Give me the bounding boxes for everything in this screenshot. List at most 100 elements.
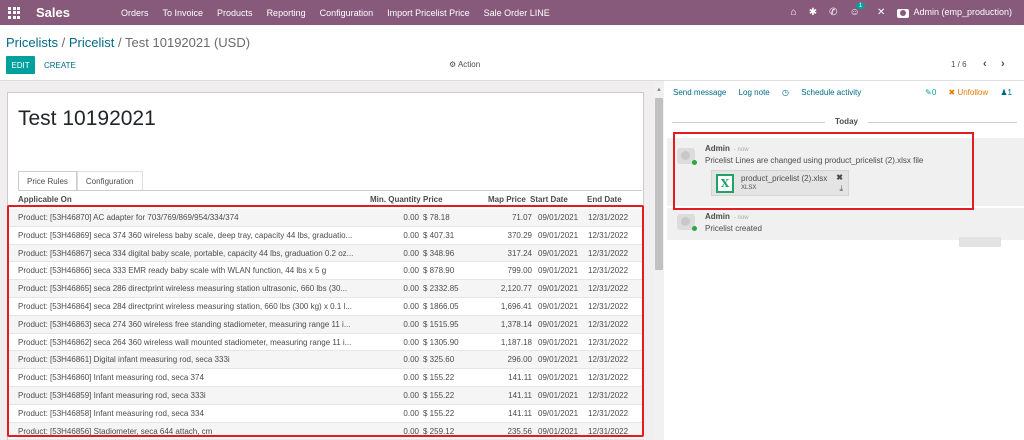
cell-map-price: 235.56 (507, 426, 532, 436)
message-time: - now (733, 147, 749, 153)
pager-next-button[interactable]: › (1001, 58, 1005, 70)
online-status-dot (692, 160, 697, 165)
user-name: Admin (emp_production) (913, 7, 1012, 18)
header-start-date[interactable]: Start Date (530, 195, 568, 204)
user-menu[interactable]: Admin (emp_production) (897, 7, 1012, 18)
scrollbar-thumb[interactable] (655, 98, 663, 270)
menu-import-pricelist-price[interactable]: Import Pricelist Price (380, 8, 477, 18)
menu-products[interactable]: Products (210, 8, 260, 18)
cell-price: $ 407.31 (423, 230, 455, 240)
schedule-activity-label: Schedule activity (801, 88, 862, 97)
table-row[interactable]: Product: [53H46858] Infant measuring rod… (8, 405, 644, 423)
cell-product: Product: [53H46870] AC adapter for 703/7… (18, 213, 239, 222)
online-status-dot (692, 226, 697, 231)
cell-start-date: 09/01/2021 (538, 390, 579, 400)
apps-menu-button[interactable] (0, 0, 28, 25)
home-icon[interactable]: ⌂ (791, 7, 797, 18)
header-price[interactable]: Price (423, 195, 443, 204)
tab-configuration[interactable]: Configuration (76, 171, 143, 190)
table-row[interactable]: Product: [53H46862] seca 264 360 wireles… (8, 334, 644, 352)
menu-to-invoice[interactable]: To Invoice (156, 8, 211, 18)
remove-attachment-icon[interactable]: ✖ (836, 173, 843, 182)
header-end-date[interactable]: End Date (587, 195, 622, 204)
apps-grid-icon (8, 6, 20, 19)
cell-start-date: 09/01/2021 (538, 213, 579, 222)
cell-map-price: 799.00 (507, 266, 532, 276)
download-icon[interactable]: ⤓ (839, 184, 843, 194)
table-row[interactable]: Product: [53H46860] Infant measuring rod… (8, 369, 644, 387)
table-row[interactable]: Product: [53H46865] seca 286 directprint… (8, 280, 644, 298)
menu-configuration[interactable]: Configuration (313, 8, 381, 18)
camera-icon (897, 8, 910, 18)
action-label: Action (457, 60, 481, 69)
cell-product: Product: [53H46861] Digital infant measu… (18, 355, 230, 365)
table-row[interactable]: Product: [53H46864] seca 284 directprint… (8, 298, 644, 316)
attachment-card[interactable]: X product_pricelist (2).xlsx XLSX ✖ ⤓ (711, 170, 849, 196)
table-row[interactable]: Product: [53H46869] seca 374 360 wireles… (8, 227, 644, 245)
table-row[interactable]: Product: [53H46859] Infant measuring rod… (8, 386, 644, 405)
table-row[interactable]: Product: [53H46867] seca 334 digital bab… (8, 244, 644, 263)
excel-file-icon: X (716, 174, 734, 193)
cell-start-date: 09/01/2021 (538, 284, 579, 294)
cell-map-price: 2,120.77 (500, 284, 532, 294)
breadcrumb-pricelists[interactable]: Pricelists (6, 35, 58, 50)
edit-button[interactable]: EDIT (6, 56, 35, 74)
create-button[interactable]: CREATE (44, 56, 76, 74)
cell-product: Product: [53H46866] seca 333 EMR ready b… (18, 266, 327, 276)
menu-orders[interactable]: Orders (114, 8, 156, 18)
table-header: Applicable On Min. Quantity Price Map Pr… (18, 195, 642, 207)
cell-product: Product: [53H46856] Stadiometer, seca 64… (18, 426, 213, 436)
cell-product: Product: [53H46865] seca 286 directprint… (18, 284, 348, 294)
table-row[interactable]: Product: [53H46861] Digital infant measu… (8, 351, 644, 370)
menu-sale-order-line[interactable]: Sale Order LINE (477, 8, 557, 18)
cell-min-quantity: 0.00 (403, 390, 419, 400)
cell-start-date: 09/01/2021 (538, 319, 579, 329)
log-note-button[interactable]: Log note (739, 88, 770, 97)
attachments-count[interactable]: ✎0 (925, 88, 936, 97)
action-dropdown[interactable]: ⚙ Action (449, 60, 480, 69)
pager-previous-button[interactable]: ‹ (983, 58, 987, 70)
paperclip-icon: ✎ (925, 88, 932, 97)
message: Admin - now Pricelist created (667, 208, 1024, 240)
header-applicable-on[interactable]: Applicable On (18, 195, 72, 204)
cell-map-price: 1,696.41 (500, 301, 532, 311)
cell-product: Product: [53H46867] seca 334 digital bab… (18, 248, 354, 258)
main-menu: Orders To Invoice Products Reporting Con… (114, 8, 557, 18)
breadcrumb-sep: / (61, 35, 66, 50)
tab-price-rules[interactable]: Price Rules (18, 171, 77, 190)
cell-price: $ 1515.95 (423, 319, 459, 329)
chat-icon[interactable]: ☺1 (849, 3, 866, 18)
chatter-followers: ✎0 ✖ Unfollow ♟1 (925, 88, 1012, 97)
bug-icon[interactable]: ✱ (809, 7, 817, 18)
menu-reporting[interactable]: Reporting (260, 8, 313, 18)
cell-end-date: 12/31/2022 (588, 373, 629, 383)
notebook-tabs: Price Rules Configuration (18, 171, 143, 190)
clock-icon: ◷ (781, 88, 792, 97)
attachment-name[interactable]: product_pricelist (2).xlsx (741, 174, 827, 183)
message-author: Admin - now (705, 144, 749, 153)
form-sheet: Test 10192021 Price Rules Configuration … (7, 92, 644, 440)
cell-end-date: 12/31/2022 (588, 390, 629, 400)
phone-icon[interactable]: ✆ (829, 7, 837, 18)
cell-end-date: 12/31/2022 (588, 301, 629, 311)
table-row[interactable]: Product: [53H46863] seca 274 360 wireles… (8, 315, 644, 334)
table-row[interactable]: Product: [53H46856] Stadiometer, seca 64… (8, 422, 644, 440)
unfollow-button[interactable]: ✖ Unfollow (949, 88, 989, 97)
cell-end-date: 12/31/2022 (588, 266, 629, 276)
cell-price: $ 155.22 (423, 408, 455, 418)
table-row[interactable]: Product: [53H46866] seca 333 EMR ready b… (8, 262, 644, 281)
cell-min-quantity: 0.00 (403, 355, 419, 365)
send-message-button[interactable]: Send message (673, 88, 726, 97)
followers-count: 1 (1007, 88, 1012, 97)
header-min-quantity[interactable]: Min. Quantity (370, 195, 421, 204)
header-map-price[interactable]: Map Price (488, 195, 526, 204)
schedule-activity-button[interactable]: ◷ Schedule activity (782, 88, 871, 97)
pager-value[interactable]: 1 / 6 (951, 60, 967, 69)
breadcrumb-pricelist[interactable]: Pricelist (69, 35, 115, 50)
close-icon[interactable]: ✕ (877, 7, 885, 18)
cell-product: Product: [53H46859] Infant measuring rod… (18, 390, 206, 400)
followers-button[interactable]: ♟1 (1000, 88, 1012, 97)
app-name[interactable]: Sales (36, 5, 70, 20)
scroll-up-icon[interactable]: ▲ (656, 87, 662, 93)
table-row[interactable]: Product: [53H46870] AC adapter for 703/7… (8, 209, 644, 227)
